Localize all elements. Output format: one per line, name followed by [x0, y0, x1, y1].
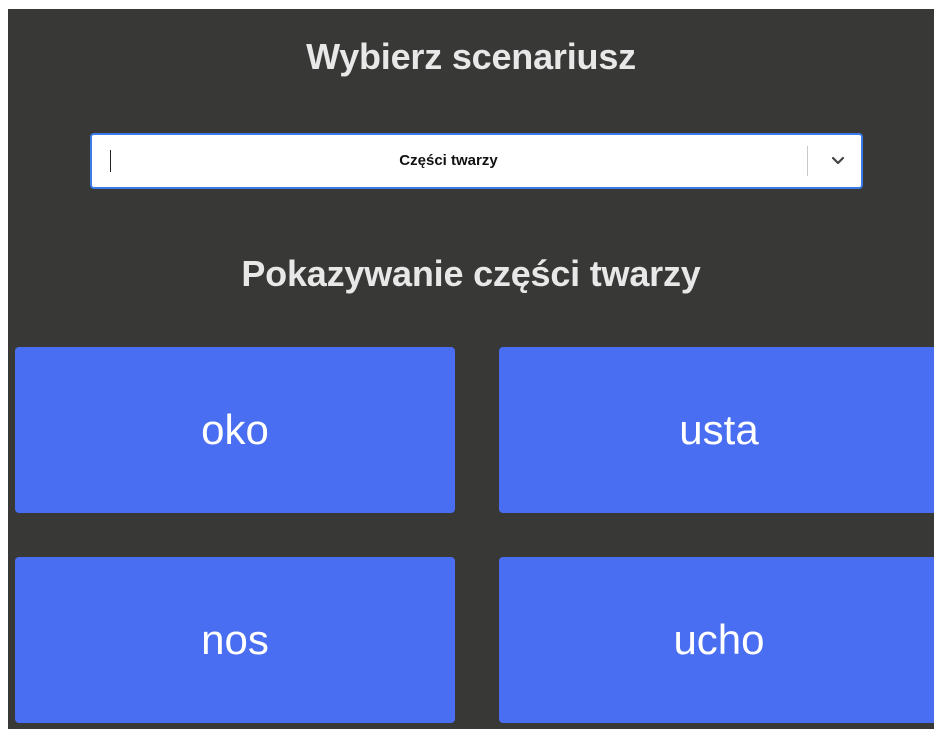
option-tile-usta[interactable]: usta	[499, 347, 934, 513]
scenario-select[interactable]: Części twarzy	[90, 133, 863, 189]
option-tile-nos[interactable]: nos	[15, 557, 455, 723]
app-container: Wybierz scenariusz Części twarzy Pokazyw…	[8, 9, 934, 729]
select-divider	[807, 146, 808, 176]
scenario-title: Pokazywanie części twarzy	[241, 253, 701, 294]
option-tile-oko[interactable]: oko	[15, 347, 455, 513]
option-tile-ucho[interactable]: ucho	[499, 557, 934, 723]
page-title: Wybierz scenariusz	[306, 36, 636, 77]
chevron-down-icon[interactable]	[825, 147, 851, 175]
scenario-select-value: Części twarzy	[399, 152, 498, 169]
